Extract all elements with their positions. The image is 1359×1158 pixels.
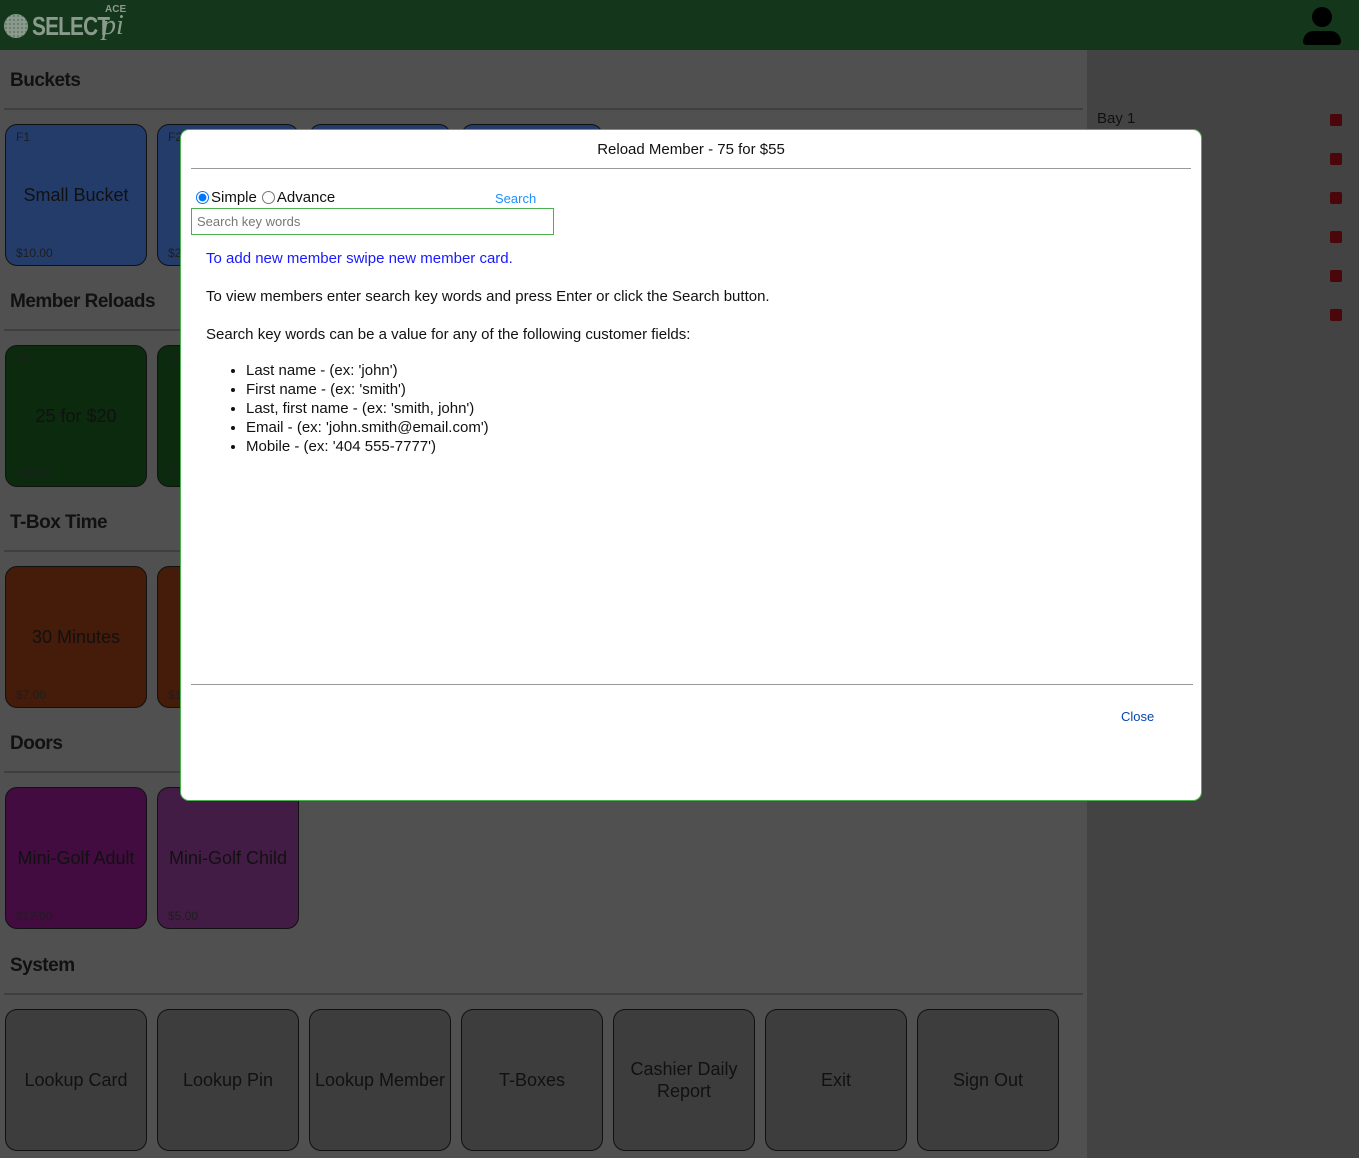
tile-key: F1 bbox=[16, 130, 31, 144]
tile-key: F5 bbox=[16, 351, 31, 365]
tile-label: 30 Minutes bbox=[31, 627, 121, 647]
list-item: First name - (ex: 'smith') bbox=[246, 380, 489, 399]
product-tile[interactable]: Lookup Card bbox=[5, 1009, 147, 1151]
section-title: T-Box Time bbox=[10, 512, 108, 533]
bay-status-indicator bbox=[1330, 231, 1342, 243]
section-divider bbox=[4, 993, 1083, 995]
bay-status-indicator bbox=[1330, 309, 1342, 321]
tile-label: Small Bucket bbox=[23, 185, 129, 205]
section-title: System bbox=[10, 955, 75, 976]
tile-label: Mini-Golf Child bbox=[168, 848, 288, 868]
section-title: Member Reloads bbox=[10, 291, 156, 312]
tile-price: $20.00 bbox=[16, 467, 53, 481]
section-title: Buckets bbox=[10, 70, 81, 91]
tile-label: T-Boxes bbox=[498, 1070, 566, 1090]
section-divider bbox=[4, 108, 1083, 110]
bay-status-indicator bbox=[1330, 153, 1342, 165]
product-tile[interactable]: Cashier Daily Report bbox=[613, 1009, 755, 1151]
tile-label: Lookup Member bbox=[314, 1070, 446, 1090]
divider bbox=[191, 168, 1191, 169]
tile-label: 25 for $20 bbox=[35, 406, 117, 426]
app-header: SELECT pi ACE bbox=[0, 0, 1359, 50]
logo-text: SELECT bbox=[32, 10, 110, 41]
close-button[interactable]: Close bbox=[1121, 709, 1154, 724]
product-tile[interactable]: Lookup Pin bbox=[157, 1009, 299, 1151]
product-tile[interactable]: F5 25 for $20 $20.00 bbox=[5, 345, 147, 487]
product-tile[interactable]: Sign Out bbox=[917, 1009, 1059, 1151]
tile-label: Lookup Pin bbox=[182, 1070, 274, 1090]
tile-price: $5.00 bbox=[168, 909, 199, 923]
footer-divider bbox=[191, 684, 1193, 685]
add-member-note: To add new member swipe new member card. bbox=[206, 250, 513, 267]
golf-ball-icon bbox=[4, 14, 28, 38]
tile-label: Sign Out bbox=[952, 1070, 1024, 1090]
list-item: Last name - (ex: 'john') bbox=[246, 361, 489, 380]
section-title: Doors bbox=[10, 733, 63, 754]
view-members-note: To view members enter search key words a… bbox=[206, 288, 770, 305]
product-tile[interactable]: Exit bbox=[765, 1009, 907, 1151]
product-tile[interactable]: 30 Minutes $7.00 bbox=[5, 566, 147, 708]
dialog-title: Reload Member - 75 for $55 bbox=[597, 141, 785, 158]
bay-status-indicator bbox=[1330, 114, 1342, 126]
search-input[interactable] bbox=[191, 208, 554, 235]
product-tile[interactable]: Mini-Golf Adult $12.00 bbox=[5, 787, 147, 929]
radio-simple[interactable] bbox=[196, 191, 209, 204]
radio-advance-label[interactable]: Advance bbox=[277, 189, 335, 206]
list-item: Mobile - (ex: '404 555-7777') bbox=[246, 437, 489, 456]
bay-label[interactable]: Bay 1 bbox=[1097, 110, 1135, 127]
tile-label: Lookup Card bbox=[24, 1070, 128, 1090]
product-tile[interactable]: Lookup Member bbox=[309, 1009, 451, 1151]
tile-label: Cashier Daily Report bbox=[630, 1059, 738, 1101]
search-button[interactable]: Search bbox=[495, 191, 536, 206]
fields-note: Search key words can be a value for any … bbox=[206, 326, 691, 343]
list-item: Email - (ex: 'john.smith@email.com') bbox=[246, 418, 489, 437]
radio-simple-label[interactable]: Simple bbox=[211, 189, 257, 206]
tile-price: $10.00 bbox=[16, 246, 53, 260]
tile-price: $12.00 bbox=[16, 909, 53, 923]
logo-ace: ACE bbox=[105, 4, 127, 15]
product-tile[interactable]: T-Boxes bbox=[461, 1009, 603, 1151]
tile-price: $7.00 bbox=[16, 688, 47, 702]
bay-status-indicator bbox=[1330, 270, 1342, 282]
user-account-icon[interactable] bbox=[1303, 7, 1341, 45]
tile-label: Mini-Golf Adult bbox=[17, 848, 135, 868]
bay-status-indicator bbox=[1330, 192, 1342, 204]
radio-advance[interactable] bbox=[261, 191, 275, 204]
selectpi-logo: SELECT pi ACE bbox=[4, 4, 127, 46]
product-tile[interactable]: Mini-Golf Child $5.00 bbox=[157, 787, 299, 929]
search-mode-radios: Simple Advance bbox=[196, 189, 335, 206]
product-tile[interactable]: F1 Small Bucket $10.00 bbox=[5, 124, 147, 266]
customer-fields-list: Last name - (ex: 'john') First name - (e… bbox=[246, 361, 489, 456]
list-item: Last, first name - (ex: 'smith, john') bbox=[246, 399, 489, 418]
tile-label: Exit bbox=[820, 1070, 851, 1090]
reload-member-dialog: Reload Member - 75 for $55 Simple Advanc… bbox=[180, 129, 1202, 801]
